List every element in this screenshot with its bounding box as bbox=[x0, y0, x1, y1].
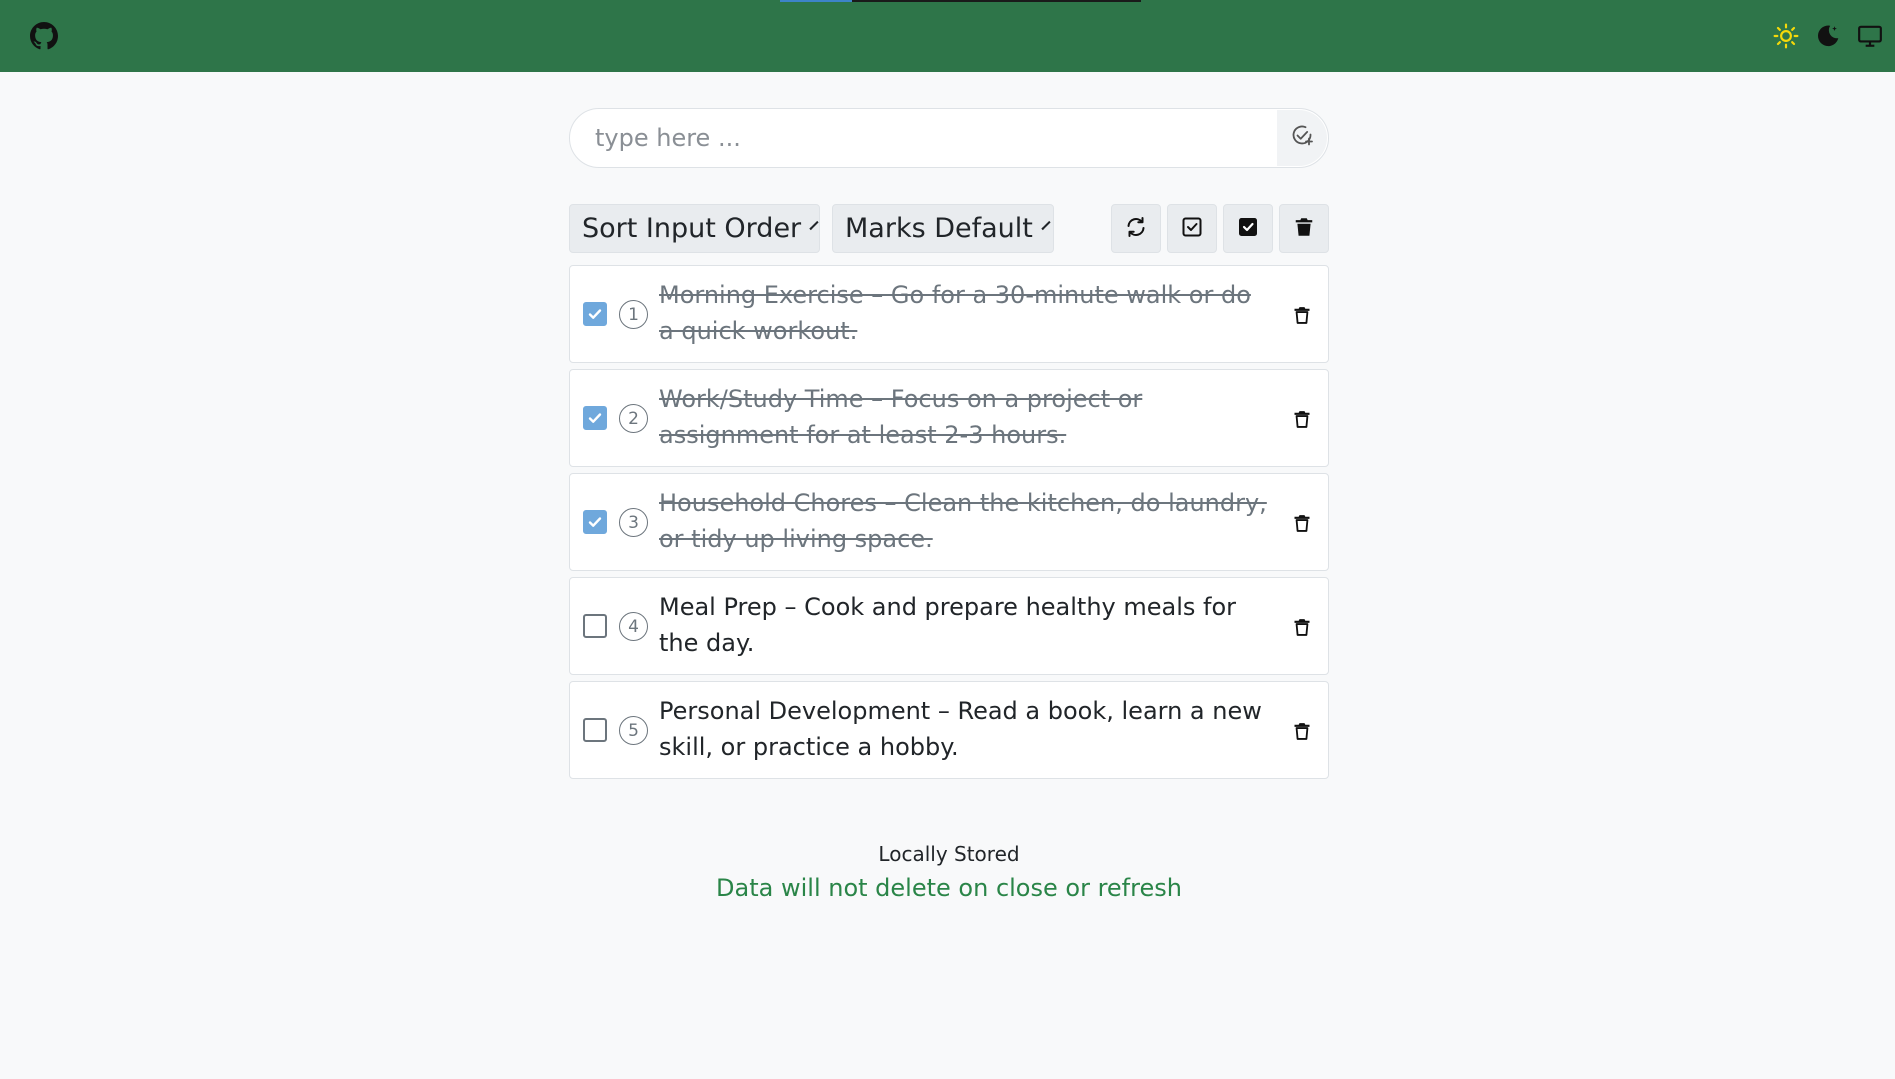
toolbar: Sort Input Order Marks Default bbox=[569, 204, 1329, 253]
trash-icon bbox=[1294, 411, 1310, 428]
check-icon bbox=[588, 309, 602, 319]
storage-note: Data will not delete on close or refresh bbox=[716, 874, 1182, 902]
todo-number: 5 bbox=[619, 716, 648, 745]
marks-select[interactable]: Marks Default bbox=[832, 204, 1054, 253]
check-add-icon bbox=[1290, 124, 1314, 152]
add-todo-form bbox=[569, 108, 1329, 168]
mark-all-done-button[interactable] bbox=[1223, 204, 1273, 253]
delete-all-button[interactable] bbox=[1279, 204, 1329, 253]
refresh-icon bbox=[1124, 215, 1148, 243]
todo-number: 4 bbox=[619, 612, 648, 641]
trash-icon bbox=[1294, 723, 1310, 740]
trash-icon bbox=[1294, 619, 1310, 636]
todo-item: 4 Meal Prep – Cook and prepare healthy me… bbox=[569, 577, 1329, 675]
todo-number: 3 bbox=[619, 508, 648, 537]
todo-text: Morning Exercise – Go for a 30-minute wa… bbox=[659, 281, 1251, 345]
todo-text: Work/Study Time – Focus on a project or … bbox=[659, 385, 1143, 449]
delete-todo-button[interactable] bbox=[1289, 302, 1315, 328]
delete-todo-button[interactable] bbox=[1289, 510, 1315, 536]
sun-icon[interactable] bbox=[1771, 21, 1801, 51]
check-square-icon bbox=[1180, 215, 1204, 243]
trash-icon bbox=[1294, 515, 1310, 532]
check-icon bbox=[588, 517, 602, 527]
progress-bar-fill bbox=[780, 0, 853, 2]
sort-select[interactable]: Sort Input Order bbox=[569, 204, 820, 253]
toolbar-actions bbox=[1111, 204, 1329, 253]
todo-checkbox[interactable] bbox=[583, 302, 607, 326]
todo-item: 2 Work/Study Time – Focus on a project or… bbox=[569, 369, 1329, 467]
chevron-down-icon bbox=[809, 220, 819, 230]
todo-checkbox[interactable] bbox=[583, 718, 607, 742]
trash-filled-icon bbox=[1293, 216, 1315, 242]
moon-icon[interactable] bbox=[1813, 21, 1843, 51]
trash-icon bbox=[1294, 307, 1310, 324]
storage-title: Locally Stored bbox=[878, 842, 1020, 866]
todo-checkbox[interactable] bbox=[583, 510, 607, 534]
todo-checkbox[interactable] bbox=[583, 614, 607, 638]
todo-item: 1 Morning Exercise – Go for a 30-minute w… bbox=[569, 265, 1329, 363]
todo-text: Meal Prep – Cook and prepare healthy mea… bbox=[659, 593, 1237, 657]
todo-number: 2 bbox=[619, 404, 648, 433]
todo-input[interactable] bbox=[571, 110, 1277, 166]
github-icon[interactable] bbox=[30, 22, 58, 50]
check-all-button[interactable] bbox=[1167, 204, 1217, 253]
check-icon bbox=[588, 413, 602, 423]
todo-item: 5 Personal Development – Read a book, lea… bbox=[569, 681, 1329, 779]
top-bar bbox=[0, 0, 1895, 72]
progress-bar bbox=[780, 0, 1141, 2]
todo-text: Personal Development – Read a book, lear… bbox=[659, 697, 1262, 761]
marks-select-label: Marks Default bbox=[845, 213, 1033, 244]
todo-text: Household Chores – Clean the kitchen, do… bbox=[659, 489, 1267, 553]
refresh-button[interactable] bbox=[1111, 204, 1161, 253]
delete-todo-button[interactable] bbox=[1289, 406, 1315, 432]
add-todo-button[interactable] bbox=[1277, 110, 1327, 166]
theme-switcher bbox=[1771, 21, 1885, 51]
monitor-icon[interactable] bbox=[1855, 21, 1885, 51]
sort-select-label: Sort Input Order bbox=[582, 213, 802, 244]
todo-checkbox[interactable] bbox=[583, 406, 607, 430]
todo-item: 3 Household Chores – Clean the kitchen, d… bbox=[569, 473, 1329, 571]
delete-todo-button[interactable] bbox=[1289, 718, 1315, 744]
storage-footer: Locally Stored Data will not delete on c… bbox=[569, 842, 1329, 902]
todo-list: 1 Morning Exercise – Go for a 30-minute w… bbox=[569, 265, 1329, 779]
chevron-down-icon bbox=[1041, 220, 1051, 230]
delete-todo-button[interactable] bbox=[1289, 614, 1315, 640]
todo-number: 1 bbox=[619, 300, 648, 329]
todo-app: Sort Input Order Marks Default bbox=[569, 108, 1329, 785]
check-square-filled-icon bbox=[1236, 215, 1260, 243]
